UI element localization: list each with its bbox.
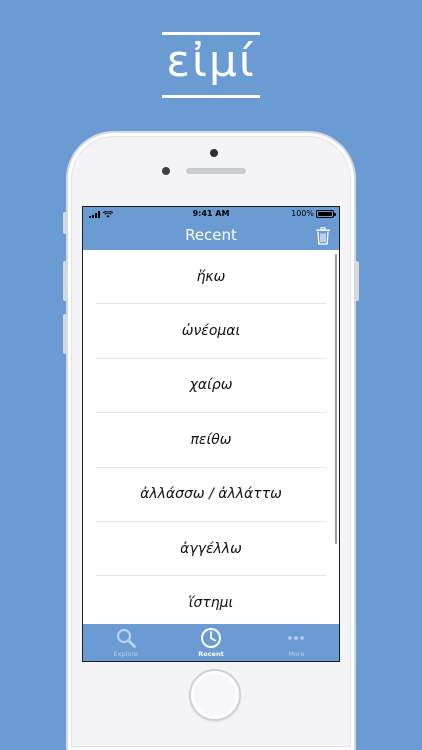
battery-icon [316,210,336,218]
list-item[interactable]: ἀλλάσσω / ἀλλάττω [96,468,326,522]
tab-more[interactable]: More [254,624,339,661]
proximity-sensor [162,167,170,175]
search-icon [116,628,136,648]
volume-up-button [63,261,67,301]
logo-top-rule [162,32,260,35]
tab-explore-label: Explore [113,650,138,658]
status-bar: 9:41 AM 100% [83,207,339,221]
battery-percent: 100% [291,209,314,218]
list-item[interactable]: ἥκω [96,250,326,305]
recent-list[interactable]: ἥκω ὠνέομαι χαίρω πείθω ἀλλάσσω / ἀλλάττ… [83,250,339,626]
list-item[interactable]: ὠνέομαι [96,304,326,359]
navigation-bar: Recent [83,221,339,250]
home-button[interactable] [189,669,241,721]
tab-bar: Explore Recent More [83,624,339,661]
phone-screen: 9:41 AM 100% Recent ἥκω ὠνέομαι χαίρω πε… [82,206,340,662]
volume-down-button [63,314,67,354]
scroll-indicator[interactable] [334,254,337,544]
mute-switch [63,212,67,234]
list-item[interactable]: χαίρω [96,359,326,414]
clear-recent-button[interactable] [315,226,331,246]
more-icon [288,636,305,640]
tab-recent-label: Recent [198,650,224,658]
list-item[interactable]: ἵστημι [96,576,326,626]
front-camera [210,149,218,157]
clock-icon [200,628,221,648]
phone-frame: 9:41 AM 100% Recent ἥκω ὠνέομαι χαίρω πε… [63,131,359,750]
logo-text: εἰμί [166,36,256,87]
tab-explore[interactable]: Explore [83,624,168,661]
tab-recent[interactable]: Recent [168,624,253,661]
earpiece-speaker [186,168,246,174]
trash-icon [316,227,330,245]
logo-bottom-rule [162,95,260,98]
tab-more-label: More [288,650,305,658]
status-right: 100% [291,207,336,221]
list-item[interactable]: ἀγγέλλω [96,522,326,577]
list-item[interactable]: πείθω [96,413,326,468]
app-logo: εἰμί [0,28,422,98]
nav-title: Recent [185,226,237,244]
logo-frame: εἰμί [162,28,260,98]
power-button [355,261,359,301]
